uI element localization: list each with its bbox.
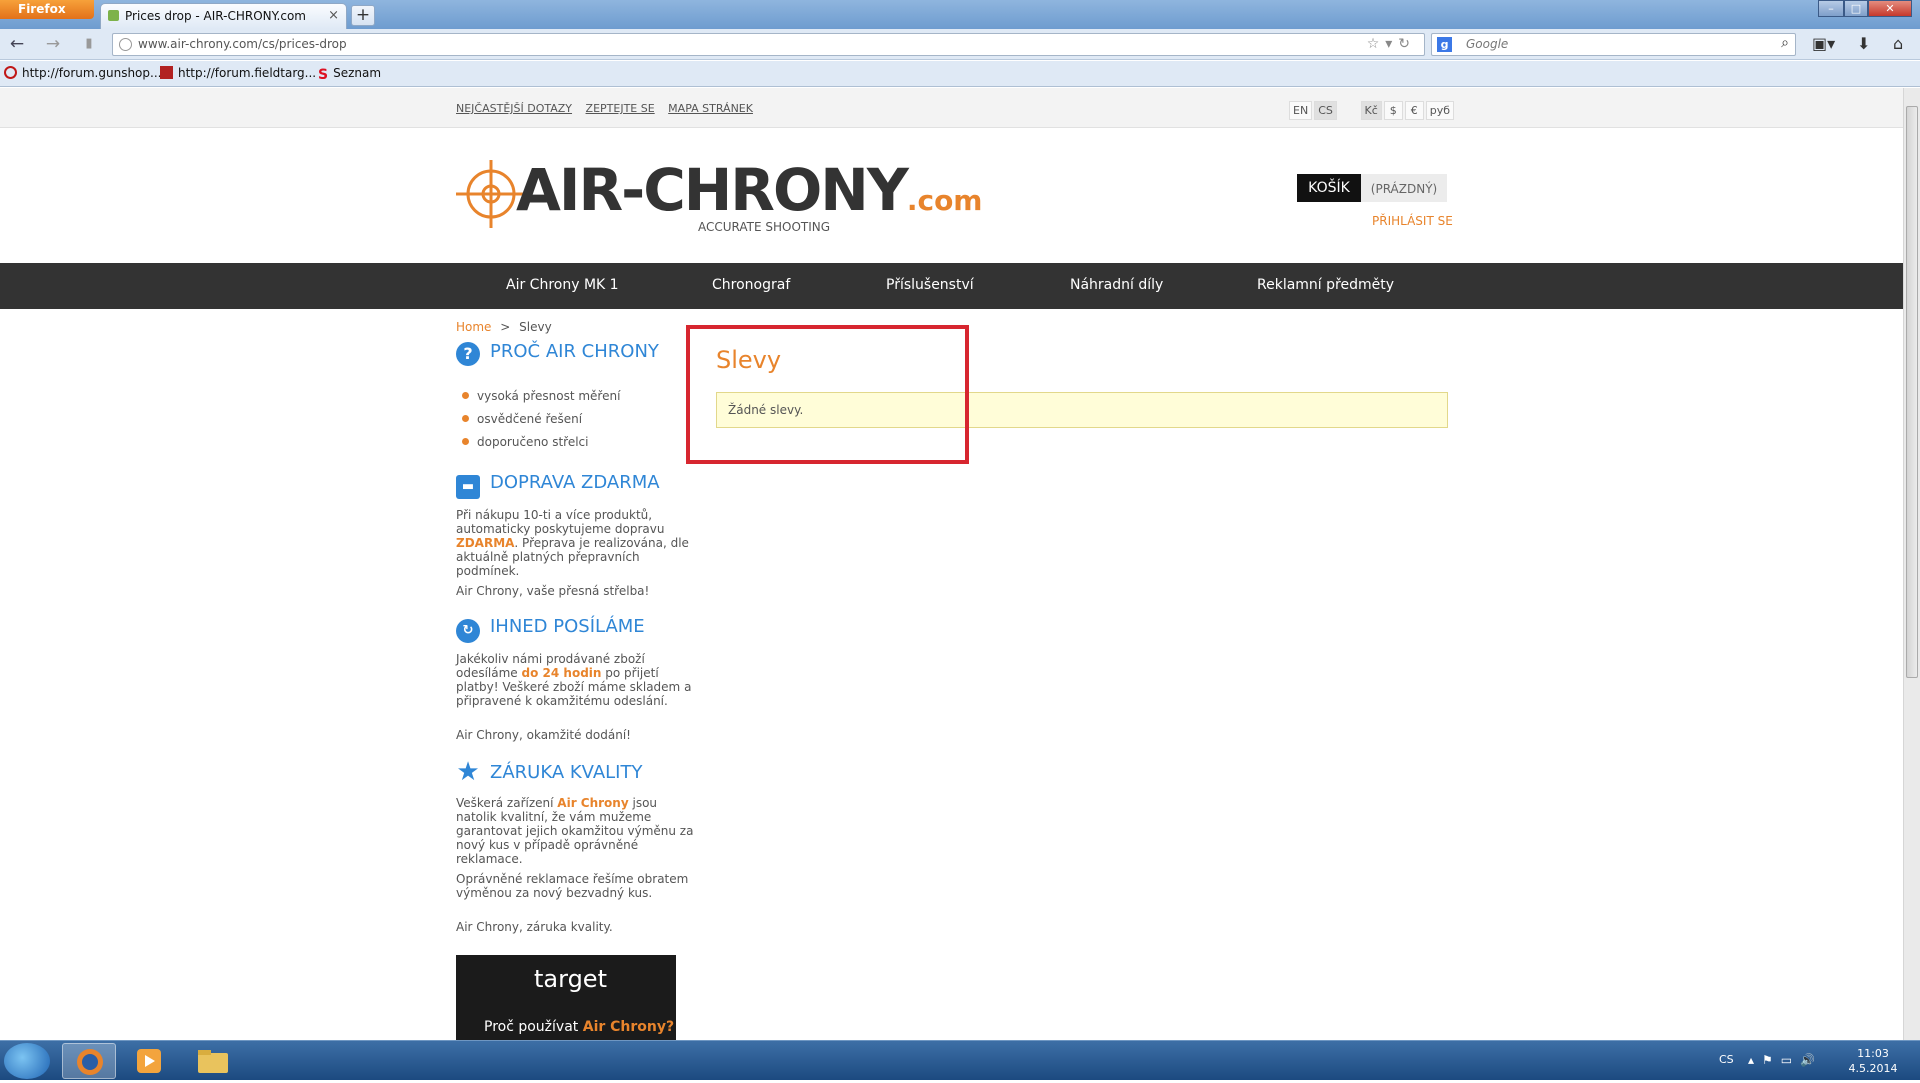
scrollbar-thumb[interactable] bbox=[1906, 106, 1918, 678]
clock-date: 4.5.2014 bbox=[1848, 1062, 1898, 1075]
nav-item-air-chrony-mk1[interactable]: Air Chrony MK 1 bbox=[506, 277, 619, 293]
folder-icon bbox=[198, 1050, 228, 1073]
close-tab-icon[interactable]: × bbox=[328, 8, 339, 23]
bookmark-item[interactable]: http://forum.gunshop... bbox=[4, 66, 161, 80]
search-placeholder: Google bbox=[1466, 37, 1509, 51]
search-icon[interactable]: ⌕ bbox=[1781, 35, 1789, 51]
bookmarks-menu-icon[interactable]: ▣▾ bbox=[1812, 34, 1835, 53]
quality-text: Veškerá zařízení Air Chrony jsou natolik… bbox=[456, 796, 694, 866]
banner-text: Proč používat Air Chrony? bbox=[484, 1019, 675, 1035]
top-strip: NEJČASTĚJŠÍ DOTAZY ZEPTEJTE SE MAPA STRÁ… bbox=[0, 88, 1903, 128]
tab-title: Prices drop - AIR-CHRONY.com bbox=[125, 9, 306, 23]
title-bar: Firefox Prices drop - AIR-CHRONY.com × +… bbox=[0, 0, 1920, 29]
firefox-icon bbox=[77, 1049, 103, 1075]
bookmarks-toolbar: http://forum.gunshop... http://forum.fie… bbox=[0, 61, 1920, 87]
downloads-icon[interactable]: ⬇ bbox=[1857, 34, 1870, 53]
firefox-menu-button[interactable]: Firefox bbox=[0, 0, 94, 19]
browser-tab[interactable]: Prices drop - AIR-CHRONY.com × bbox=[100, 3, 347, 29]
dispatch-text: Jakékoliv námi prodávané zboží odesíláme… bbox=[456, 652, 692, 708]
breadcrumb-separator: > bbox=[500, 320, 511, 334]
main-navigation: Air Chrony MK 1 Chronograf Příslušenství… bbox=[0, 263, 1903, 309]
currency-eur[interactable]: € bbox=[1404, 101, 1424, 120]
maximize-button[interactable]: □ bbox=[1844, 0, 1868, 17]
clock-time: 11:03 bbox=[1857, 1047, 1889, 1060]
google-icon[interactable]: g bbox=[1437, 37, 1452, 52]
target-banner[interactable]: target Proč používat Air Chrony? bbox=[456, 955, 676, 1040]
taskbar: CS ▴⚑▭🔊 11:03 4.5.2014 bbox=[0, 1040, 1920, 1080]
list-item: vysoká přesnost měření bbox=[462, 389, 620, 403]
nav-item-chronograf[interactable]: Chronograf bbox=[712, 277, 790, 293]
forward-icon[interactable]: → bbox=[42, 33, 64, 55]
site-identity-icon[interactable] bbox=[119, 38, 132, 51]
start-button[interactable] bbox=[4, 1043, 50, 1079]
bookmark-star-icon[interactable]: ☆▾↻ bbox=[1367, 36, 1416, 52]
media-player-icon bbox=[137, 1049, 161, 1073]
quality-heading: ★ ZÁRUKA KVALITY bbox=[456, 757, 643, 787]
breadcrumb-current: Slevy bbox=[519, 320, 552, 334]
sitemap-link[interactable]: MAPA STRÁNEK bbox=[668, 102, 753, 115]
breadcrumb: Home > Slevy bbox=[456, 320, 552, 334]
refresh-icon: ↻ bbox=[456, 619, 480, 643]
web-page: NEJČASTĚJŠÍ DOTAZY ZEPTEJTE SE MAPA STRÁ… bbox=[0, 88, 1903, 1040]
address-bar[interactable]: www.air-chrony.com/cs/prices-drop ☆▾↻ bbox=[112, 33, 1425, 56]
firefox-taskbar-icon[interactable] bbox=[62, 1043, 116, 1079]
language-currency-switcher: EN CS Kč $ € руб bbox=[1287, 101, 1455, 120]
star-icon: ★ bbox=[456, 757, 480, 787]
vertical-scrollbar[interactable] bbox=[1903, 88, 1920, 1040]
question-icon: ? bbox=[456, 342, 480, 366]
lang-cs[interactable]: CS bbox=[1314, 101, 1337, 120]
nav-item-promo-items[interactable]: Reklamní předměty bbox=[1257, 277, 1394, 293]
quality-tagline: Air Chrony, záruka kvality. bbox=[456, 920, 613, 934]
why-heading: ? PROČ AIR CHRONY bbox=[456, 341, 659, 366]
currency-rub[interactable]: руб bbox=[1425, 101, 1455, 120]
nav-item-accessories[interactable]: Příslušenství bbox=[886, 277, 974, 293]
home-icon[interactable]: ⌂ bbox=[1893, 34, 1903, 53]
shipping-tagline: Air Chrony, vaše přesná střelba! bbox=[456, 584, 650, 598]
bookmark-item[interactable]: S Seznam bbox=[318, 66, 381, 83]
input-language[interactable]: CS bbox=[1719, 1053, 1734, 1066]
shipping-heading: ▬ DOPRAVA ZDARMA bbox=[456, 472, 660, 499]
favicon-icon bbox=[108, 10, 119, 21]
target-logo: target bbox=[534, 965, 607, 993]
lang-en[interactable]: EN bbox=[1289, 101, 1313, 120]
search-box[interactable]: g Google ⌕ bbox=[1431, 33, 1796, 56]
bookmark-item[interactable]: http://forum.fieldtarg... bbox=[160, 66, 316, 80]
explorer-taskbar-icon[interactable] bbox=[186, 1043, 240, 1079]
currency-czk[interactable]: Kč bbox=[1360, 101, 1382, 120]
currency-usd[interactable]: $ bbox=[1383, 101, 1403, 120]
cart-button[interactable]: KOŠÍK bbox=[1297, 174, 1361, 202]
signal-icon: ▮ bbox=[85, 36, 93, 51]
clock[interactable]: 11:03 4.5.2014 bbox=[1838, 1046, 1908, 1076]
ask-link[interactable]: ZEPTEJTE SE bbox=[586, 102, 655, 115]
logo-subtitle: ACCURATE SHOOTING bbox=[698, 220, 831, 234]
url-text: www.air-chrony.com/cs/prices-drop bbox=[138, 37, 347, 51]
quality-text-2: Oprávněné reklamace řešíme obratem výměn… bbox=[456, 872, 689, 900]
back-icon[interactable]: ← bbox=[6, 33, 28, 55]
login-link[interactable]: PŘIHLÁSIT SE bbox=[1372, 214, 1453, 228]
top-links: NEJČASTĚJŠÍ DOTAZY ZEPTEJTE SE MAPA STRÁ… bbox=[456, 102, 763, 115]
cart-status[interactable]: (PRÁZDNÝ) bbox=[1361, 174, 1447, 202]
shipping-text: Při nákupu 10-ti a více produktů, automa… bbox=[456, 508, 689, 578]
breadcrumb-home[interactable]: Home bbox=[456, 320, 491, 334]
nav-item-spare-parts[interactable]: Náhradní díly bbox=[1070, 277, 1163, 293]
close-window-button[interactable]: ✕ bbox=[1868, 0, 1912, 17]
faq-link[interactable]: NEJČASTĚJŠÍ DOTAZY bbox=[456, 102, 572, 115]
navigation-toolbar: ← → ▮ www.air-chrony.com/cs/prices-drop … bbox=[0, 29, 1920, 60]
dispatch-tagline: Air Chrony, okamžité dodání! bbox=[456, 728, 631, 742]
system-tray-icons[interactable]: ▴⚑▭🔊 bbox=[1748, 1053, 1823, 1067]
highlight-box bbox=[686, 325, 969, 464]
dispatch-heading: ↻ IHNED POSÍLÁME bbox=[456, 616, 645, 643]
list-item: osvědčené řešení bbox=[462, 412, 582, 426]
minimize-button[interactable]: – bbox=[1818, 0, 1844, 17]
media-player-taskbar-icon[interactable] bbox=[122, 1043, 176, 1079]
new-tab-button[interactable]: + bbox=[351, 5, 375, 26]
list-item: doporučeno střelci bbox=[462, 435, 588, 449]
box-icon: ▬ bbox=[456, 475, 480, 499]
